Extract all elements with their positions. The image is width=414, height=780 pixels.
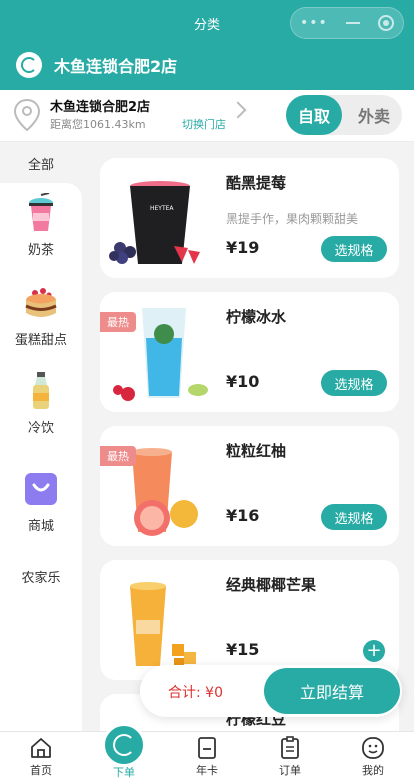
category-label: 农家乐 — [21, 571, 61, 586]
profile-icon — [362, 737, 384, 759]
product-image: HEYTEA — [109, 181, 200, 264]
home-icon — [31, 738, 51, 758]
hot-badge: 最热 — [100, 446, 136, 466]
product-price: ¥19 — [226, 238, 260, 257]
cake-icon — [25, 288, 57, 317]
delivery-option[interactable]: 外卖 — [346, 95, 402, 135]
category-farm[interactable]: 农家乐 — [0, 561, 82, 586]
more-icon[interactable]: ••• — [300, 15, 328, 31]
tab-label: 我的 — [362, 764, 384, 777]
tab-bar: 首页 年卡 订单 我的 — [0, 731, 414, 780]
product-card[interactable]: 经典椰椰芒果 ¥15 + — [100, 560, 399, 680]
tab-label: 年卡 — [196, 764, 218, 777]
tab-home[interactable]: 首页 — [6, 732, 76, 780]
milk-tea-icon — [29, 193, 53, 231]
tab-label: 首页 — [30, 764, 52, 777]
tab-label: 订单 — [279, 764, 301, 777]
pickup-option[interactable]: 自取 — [286, 95, 342, 135]
product-image — [130, 582, 196, 668]
choose-spec-button[interactable]: 选规格 — [321, 370, 387, 396]
add-to-cart-button[interactable]: + — [363, 640, 385, 662]
chevron-right-icon[interactable] — [229, 101, 247, 119]
product-name: 粒粒红柚 — [226, 442, 287, 460]
svg-text:HEYTEA: HEYTEA — [150, 205, 174, 212]
category-label: 蛋糕甜点 — [14, 333, 67, 348]
category-cold-drink[interactable]: 冷饮 — [0, 371, 82, 436]
store-distance: 距离您1061.43km — [50, 118, 146, 131]
header: 分类 ••• 木鱼连锁合肥2店 — [0, 0, 414, 90]
location-pin-icon — [13, 98, 41, 132]
brand: 木鱼连锁合肥2店 — [16, 52, 177, 78]
product-card[interactable]: 最热 粒粒红柚 ¥16 选规格 — [100, 426, 399, 546]
checkout-button[interactable]: 立即结算 — [264, 668, 400, 714]
product-price: ¥10 — [226, 372, 260, 391]
tab-orders[interactable]: 订单 — [255, 732, 325, 780]
orders-icon — [281, 736, 299, 759]
tab-card[interactable]: 年卡 — [172, 732, 242, 780]
store-name: 木鱼连锁合肥2店 — [50, 100, 151, 115]
category-label: 奶茶 — [27, 243, 54, 258]
hot-badge: 最热 — [100, 312, 136, 332]
choose-spec-button[interactable]: 选规格 — [321, 504, 387, 530]
category-milk-tea[interactable]: 奶茶 — [0, 193, 82, 258]
product-name: 柠檬冰水 — [226, 308, 287, 326]
category-all[interactable]: 全部 — [0, 143, 82, 183]
product-card[interactable]: HEYTEA 酷黑提莓 黑提手作，果肉颗颗甜美 ¥19 选规格 — [100, 158, 399, 278]
brand-logo-icon — [16, 52, 42, 78]
cart-total: 合计: ¥0 — [168, 685, 223, 701]
product-price: ¥16 — [226, 506, 260, 525]
order-now-icon[interactable] — [102, 723, 146, 767]
brand-name: 木鱼连锁合肥2店 — [54, 57, 178, 76]
cold-drink-icon — [33, 372, 49, 409]
shopping-bag-icon — [25, 473, 57, 505]
category-shop[interactable]: 商城 — [0, 469, 82, 534]
product-price: ¥15 — [226, 640, 260, 659]
choose-spec-button[interactable]: 选规格 — [321, 236, 387, 262]
category-label: 冷饮 — [27, 421, 54, 436]
product-card[interactable]: 最热 柠檬冰水 ¥10 选规格 — [100, 292, 399, 412]
category-cake[interactable]: 蛋糕甜点 — [0, 283, 82, 348]
tab-profile[interactable]: 我的 — [338, 732, 408, 780]
miniprogram-capsule: ••• — [290, 7, 404, 39]
minimize-icon[interactable] — [345, 22, 360, 24]
product-name: 酷黑提莓 — [226, 174, 287, 192]
close-icon[interactable] — [377, 15, 394, 31]
category-sidebar: 全部 奶茶 蛋糕甜点 冷饮 商城 农家乐 — [0, 143, 82, 731]
category-label: 商城 — [27, 519, 54, 534]
tab-order-now-label[interactable]: 下单 — [102, 764, 146, 780]
product-description: 黑提手作，果肉颗颗甜美 — [226, 212, 359, 226]
switch-store-link[interactable]: 切换门店 — [182, 116, 226, 132]
pickup-delivery-toggle[interactable]: 自取 外卖 — [286, 95, 402, 135]
product-name: 经典椰椰芒果 — [226, 576, 317, 594]
checkout-bar: 合计: ¥0 立即结算 — [140, 665, 402, 717]
category-panel: 奶茶 蛋糕甜点 冷饮 商城 农家乐 — [0, 183, 82, 731]
card-icon — [198, 737, 216, 759]
